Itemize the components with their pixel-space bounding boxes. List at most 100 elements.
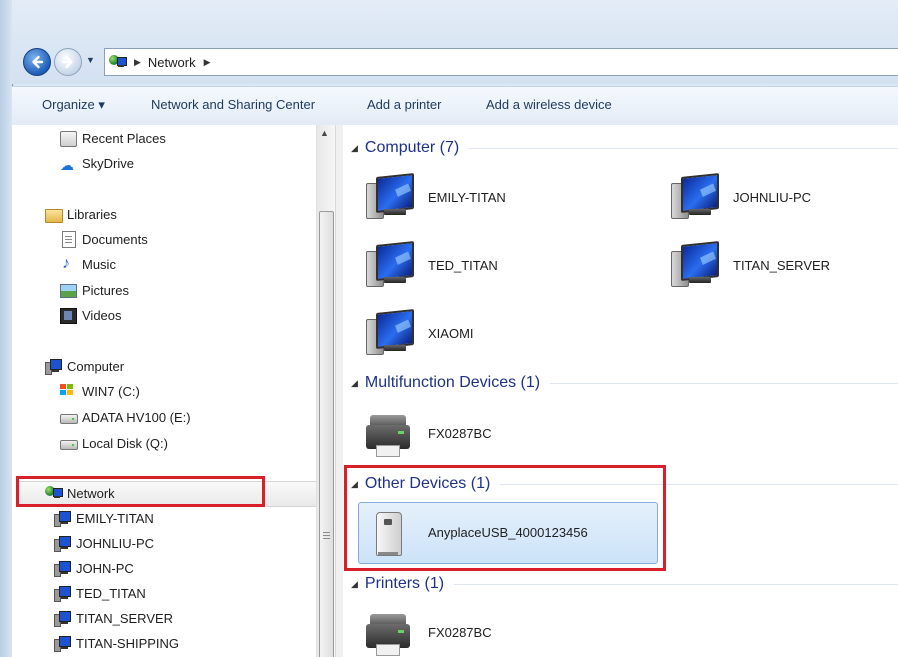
document-icon (60, 231, 76, 248)
window-left-edge (0, 0, 12, 657)
scrollbar-thumb[interactable] (319, 211, 334, 657)
chevron-right-icon[interactable]: ▶ (134, 57, 141, 68)
nav-item-network-child[interactable]: JOHNLIU-PC (54, 532, 154, 554)
item-name: JOHNLIU-PC (733, 189, 812, 205)
computer-icon (45, 358, 62, 375)
item-name: FX0287BC (428, 624, 492, 640)
computer-icon (54, 585, 71, 602)
group-divider (469, 147, 898, 149)
forward-button[interactable] (54, 48, 82, 76)
network-item-computer[interactable]: EMILY-TITAN (364, 172, 506, 222)
music-note-icon: ♪ (62, 255, 70, 272)
collapse-triangle-icon[interactable]: ◢ (351, 378, 358, 389)
network-item-computer[interactable]: TITAN_SERVER (669, 240, 830, 290)
nav-item-local-disk[interactable]: Local Disk (Q:) (60, 432, 168, 454)
nav-item-network-child[interactable]: JOHN-PC (54, 557, 134, 579)
computer-icon (669, 173, 719, 221)
nav-item-network-child[interactable]: TITAN-SHIPPING (54, 632, 179, 654)
arrow-right-icon (61, 55, 73, 69)
add-printer-button[interactable]: Add a printer (367, 97, 441, 112)
nav-item-label: Computer (67, 358, 125, 374)
nav-item-videos[interactable]: Videos (60, 304, 122, 326)
network-item-computer[interactable]: XIAOMI (364, 308, 474, 358)
nav-item-skydrive[interactable]: ☁ SkyDrive (60, 152, 134, 174)
group-divider (550, 382, 898, 384)
network-icon (109, 54, 129, 70)
collapse-triangle-icon[interactable]: ◢ (351, 143, 358, 154)
nav-item-win7-drive[interactable]: WIN7 (C:) (60, 380, 140, 402)
computer-icon (54, 510, 71, 527)
drive-icon (60, 409, 78, 425)
add-wireless-device-button[interactable]: Add a wireless device (486, 97, 612, 112)
film-icon (60, 307, 77, 324)
nav-item-label: JOHN-PC (76, 560, 134, 576)
explorer-window: ▼ ▶ Network ▶ Organize ▾ Network and Sha… (0, 0, 898, 657)
recent-pages-dropdown[interactable]: ▼ (86, 55, 96, 65)
group-header-computer[interactable]: ◢ Computer (7) (351, 137, 898, 159)
item-name: FX0287BC (428, 425, 492, 441)
nav-item-label: Libraries (67, 206, 117, 222)
address-field[interactable]: ▶ Network ▶ (104, 48, 898, 76)
group-title: Multifunction Devices (1) (364, 374, 541, 391)
nav-item-documents[interactable]: Documents (60, 228, 148, 250)
computer-icon (364, 309, 414, 357)
network-item-multifunction[interactable]: FX0287BC (364, 408, 492, 458)
group-header-printers[interactable]: ◢ Printers (1) (351, 573, 898, 595)
group-title: Computer (7) (364, 139, 460, 156)
computer-icon (364, 241, 414, 289)
nav-item-label: SkyDrive (82, 155, 135, 171)
nav-item-label: JOHNLIU-PC (76, 535, 155, 551)
nav-item-music[interactable]: ♪ Music (60, 253, 116, 275)
nav-item-pictures[interactable]: Pictures (60, 279, 129, 301)
nav-item-network-child[interactable]: TED_TITAN (54, 582, 146, 604)
computer-icon (364, 173, 414, 221)
nav-pane-scrollbar[interactable]: ▲ (316, 125, 335, 657)
nav-item-libraries[interactable]: Libraries (45, 203, 117, 225)
nav-item-network-child[interactable]: TITAN_SERVER (54, 607, 173, 629)
back-button[interactable] (23, 48, 51, 76)
group-header-multifunction[interactable]: ◢ Multifunction Devices (1) (351, 372, 898, 394)
network-item-computer[interactable]: TED_TITAN (364, 240, 498, 290)
group-divider (454, 583, 898, 585)
windows-drive-icon (60, 383, 76, 399)
nav-item-computer[interactable]: Computer (45, 355, 124, 377)
item-name: TITAN_SERVER (733, 257, 831, 273)
network-sharing-center-button[interactable]: Network and Sharing Center (151, 97, 315, 112)
computer-icon (54, 535, 71, 552)
computer-icon (54, 610, 71, 627)
command-bar: Organize ▾ Network and Sharing Center Ad… (12, 86, 898, 126)
network-item-printer[interactable]: FX0287BC (364, 607, 492, 657)
nav-item-network-child[interactable]: EMILY-TITAN (54, 507, 154, 529)
computer-icon (54, 635, 71, 652)
nav-item-label: TED_TITAN (76, 585, 146, 601)
network-item-computer[interactable]: JOHNLIU-PC (669, 172, 811, 222)
chevron-down-icon: ▼ (86, 55, 95, 65)
nav-item-label: Videos (82, 307, 122, 323)
recent-places-icon (60, 130, 77, 147)
nav-item-recent-places[interactable]: Recent Places (60, 127, 166, 149)
collapse-triangle-icon[interactable]: ◢ (351, 579, 358, 590)
pane-splitter[interactable] (335, 125, 343, 657)
computer-icon (669, 241, 719, 289)
nav-item-label: TITAN-SHIPPING (76, 635, 180, 651)
scroll-up-arrow-icon[interactable]: ▲ (320, 128, 329, 138)
group-title: Printers (1) (364, 575, 445, 592)
nav-item-label: EMILY-TITAN (76, 510, 154, 526)
item-name: XIAOMI (428, 325, 474, 341)
picture-icon (60, 282, 77, 298)
nav-item-label: Local Disk (Q:) (82, 435, 168, 451)
drive-icon (60, 435, 78, 451)
organize-button[interactable]: Organize ▾ (42, 97, 105, 113)
nav-item-label: TITAN_SERVER (76, 610, 174, 626)
nav-item-label: WIN7 (C:) (82, 383, 140, 399)
printer-icon (364, 409, 414, 457)
chevron-right-icon[interactable]: ▶ (204, 57, 211, 68)
nav-item-label: ADATA HV100 (E:) (82, 409, 191, 425)
breadcrumb-network[interactable]: Network (148, 55, 196, 70)
cloud-icon: ☁ (60, 157, 74, 173)
nav-item-adata-drive[interactable]: ADATA HV100 (E:) (60, 406, 191, 428)
nav-item-label: Pictures (82, 282, 129, 298)
highlight-box-other-devices (344, 465, 666, 571)
nav-item-label: Music (82, 256, 116, 272)
highlight-box-network (16, 476, 265, 507)
